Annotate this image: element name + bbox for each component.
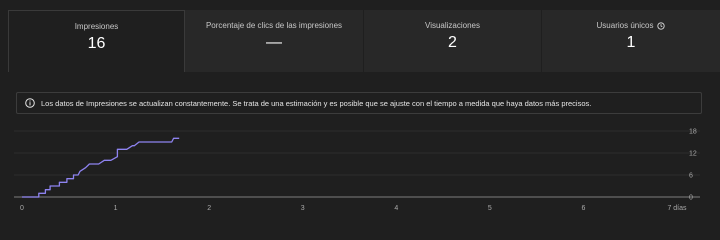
y-axis-ticks: 0 6 12 18 [689,129,697,202]
y-tick-label: 0 [689,195,693,202]
x-tick-label: 4 [394,205,398,212]
x-tick-label: 3 [301,205,305,212]
x-axis-ticks: 0 1 2 3 4 5 6 7 días [20,205,687,212]
series-line-impresiones [22,137,180,198]
info-banner-text: Los datos de Impresiones se actualizan c… [41,98,592,108]
y-tick-label: 12 [689,151,697,158]
tab-usuarios-unicos-value: 1 [626,34,636,51]
chart-series [22,137,180,198]
info-banner: Los datos de Impresiones se actualizan c… [16,92,702,114]
tab-visualizaciones-value: 2 [448,34,457,51]
x-tick-label: 2 [207,205,211,212]
tab-porcentaje-clics-label: Porcentaje de clics de las impresiones [205,21,343,30]
tab-porcentaje-clics[interactable]: Porcentaje de clics de las impresiones — [185,10,364,72]
chart-grid [14,130,700,198]
tab-porcentaje-clics-label-row: Porcentaje de clics de las impresiones [185,21,363,30]
x-tick-label: 6 [581,205,585,212]
analytics-panel: Impresiones 16 Porcentaje de clics de la… [0,0,720,225]
y-tick-label: 18 [689,129,697,136]
tab-porcentaje-clics-value: — [266,34,282,51]
impressions-line-chart: 01234567 días 061218 [14,129,700,212]
x-tick-label: 0 [20,205,24,212]
metric-tabs: Impresiones 16 Porcentaje de clics de la… [8,10,720,72]
tab-impresiones-label-row: Impresiones [9,22,184,31]
tab-impresiones-label: Impresiones [74,22,119,31]
x-tick-label: 1 [114,205,118,212]
tab-visualizaciones-label: Visualizaciones [425,21,480,30]
tab-visualizaciones-label-row: Visualizaciones [364,21,541,30]
x-tick-label: 5 [488,205,492,212]
tab-visualizaciones[interactable]: Visualizaciones 2 [364,10,542,72]
tab-impresiones[interactable]: Impresiones 16 [8,10,185,72]
y-tick-label: 6 [689,173,693,180]
tab-impresiones-value: 16 [87,35,106,52]
x-tick-label: 7 días [667,205,687,212]
tab-usuarios-unicos[interactable]: Usuarios únicos 1 [542,10,720,72]
tab-usuarios-unicos-label-row: Usuarios únicos [542,21,720,30]
clock-icon[interactable] [657,21,666,30]
tab-usuarios-unicos-label: Usuarios únicos [596,21,654,30]
info-icon [25,98,35,108]
